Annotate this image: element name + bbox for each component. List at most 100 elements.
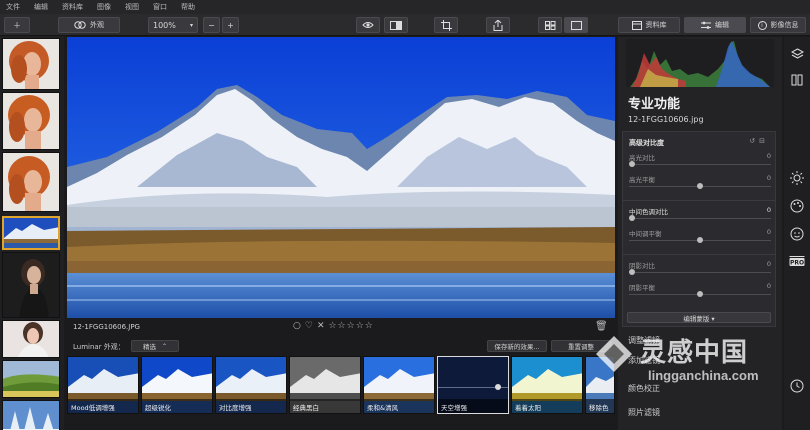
edit-tab[interactable]: 编辑 bbox=[684, 17, 746, 33]
thumbnail-portrait-2[interactable] bbox=[2, 92, 60, 150]
panel-filename: 12-1FGG10606.jpg bbox=[628, 115, 704, 124]
slider-knob[interactable] bbox=[629, 269, 635, 275]
trash-icon[interactable]: 🗑 bbox=[595, 321, 608, 332]
layers-icon[interactable] bbox=[788, 45, 806, 63]
slider-highlights-balance[interactable]: 高光平衡 0 bbox=[629, 174, 771, 196]
info-tab[interactable]: i 影像信息 bbox=[750, 17, 806, 33]
preset-label: 着着太阳 bbox=[512, 399, 582, 413]
slider-label: 阴影平衡 bbox=[629, 284, 655, 292]
slider-value: 0 bbox=[766, 206, 771, 214]
label-color-icon[interactable]: ○ bbox=[293, 321, 301, 331]
chevron-down-icon: ▾ bbox=[189, 21, 193, 29]
thumbnail-woman-dark[interactable] bbox=[2, 252, 60, 318]
thumbnail-mountain-selected[interactable] bbox=[2, 216, 60, 250]
toolbar: ＋ 外观 100% ▾ − + 资料库 编辑 i 影像信息 bbox=[0, 14, 810, 36]
preset-sun[interactable]: 着着太阳 bbox=[511, 356, 583, 414]
edit-tab-label: 编辑 bbox=[715, 21, 729, 29]
save-look-button[interactable]: 保存新的效果... bbox=[487, 340, 547, 352]
redhead-portrait-image bbox=[3, 39, 59, 89]
menu-edit[interactable]: 编辑 bbox=[34, 2, 48, 12]
slider-knob[interactable] bbox=[629, 215, 635, 221]
slider-highlights-contrast[interactable]: 高光对比 0 bbox=[629, 152, 771, 174]
filmstrip bbox=[0, 36, 64, 430]
svg-text:PRO: PRO bbox=[790, 260, 804, 267]
slider-shadows-contrast[interactable]: 阴影对比 0 bbox=[629, 260, 771, 282]
library-tab[interactable]: 资料库 bbox=[618, 17, 680, 33]
edit-mask-button[interactable]: 编辑蒙版 ▾ bbox=[627, 312, 771, 323]
chevron-up-icon: ⌃ bbox=[161, 342, 168, 350]
menu-library[interactable]: 资料库 bbox=[62, 2, 83, 12]
portrait-face-icon[interactable] bbox=[788, 225, 806, 243]
share-button[interactable] bbox=[486, 17, 510, 33]
crop-icon bbox=[440, 19, 452, 31]
looks-button[interactable]: 外观 bbox=[58, 17, 120, 33]
adjust-filters-link[interactable]: 调整滤镜 bbox=[628, 335, 660, 346]
preset-contrast[interactable]: 对比度增强 bbox=[215, 356, 287, 414]
sun-icon[interactable] bbox=[788, 169, 806, 187]
thumbnail-green-landscape[interactable] bbox=[2, 360, 60, 398]
single-view-button[interactable] bbox=[564, 17, 588, 33]
menu-file[interactable]: 文件 bbox=[6, 2, 20, 12]
slider-knob[interactable] bbox=[629, 161, 635, 167]
menu-bar: 文件 编辑 资料库 图像 视图 窗口 帮助 bbox=[0, 0, 810, 14]
presets-filter-select[interactable]: 精选 ⌃ bbox=[131, 340, 179, 352]
palette-icon[interactable] bbox=[788, 197, 806, 215]
crop-button[interactable] bbox=[434, 17, 458, 33]
landscape-image bbox=[3, 361, 59, 397]
advanced-contrast-filter: 高级对比度 ↺⊟ 高光对比 0 高光平衡 0 中间色调对比 0 中间调平衡 0 bbox=[622, 131, 776, 327]
preset-sky-enhance-selected[interactable]: 天空增强 bbox=[437, 356, 509, 414]
eye-icon bbox=[362, 22, 374, 28]
history-icon[interactable] bbox=[788, 377, 806, 395]
thumbnail-portrait-3[interactable] bbox=[2, 152, 60, 212]
preset-mood[interactable]: Mood低调增强 bbox=[67, 356, 139, 414]
reset-icon[interactable]: ↺ bbox=[749, 137, 759, 145]
preview-button[interactable] bbox=[356, 17, 380, 33]
plus-icon: ＋ bbox=[13, 20, 21, 30]
slider-knob[interactable] bbox=[697, 183, 703, 189]
slider-shadows-balance[interactable]: 阴影平衡 0 bbox=[629, 282, 771, 304]
compare-button[interactable] bbox=[384, 17, 408, 33]
preset-remove-color[interactable]: 移除色 bbox=[585, 356, 615, 414]
heart-icon[interactable]: ♡ bbox=[305, 321, 313, 331]
slider-label: 高光平衡 bbox=[629, 176, 655, 184]
preset-bw[interactable]: 经典黑白 bbox=[289, 356, 361, 414]
woman-portrait-image bbox=[3, 321, 59, 357]
reset-adjustments-button[interactable]: 重置调整 bbox=[551, 340, 611, 352]
zoom-in-button[interactable]: + bbox=[222, 17, 239, 33]
image-viewer[interactable] bbox=[67, 37, 615, 318]
menu-view[interactable]: 视图 bbox=[125, 2, 139, 12]
looks-label: 外观 bbox=[90, 21, 104, 29]
thumbnail-snow-forest[interactable] bbox=[2, 400, 60, 430]
menu-help[interactable]: 帮助 bbox=[181, 2, 195, 12]
save-look-label: 保存新的效果... bbox=[494, 343, 540, 351]
more-icon[interactable]: ⊟ bbox=[759, 137, 769, 145]
color-correction-link[interactable]: 颜色校正 bbox=[628, 383, 660, 394]
slider-knob[interactable] bbox=[697, 291, 703, 297]
presets-filter-value: 精选 bbox=[142, 343, 156, 351]
preset-label: 超级锐化 bbox=[142, 399, 212, 413]
add-filter-link[interactable]: 添加滤镜 bbox=[628, 355, 660, 366]
zoom-select[interactable]: 100% ▾ bbox=[148, 17, 198, 33]
preset-label: 经典黑白 bbox=[290, 399, 360, 413]
thumbnail-woman-light[interactable] bbox=[2, 320, 60, 358]
slider-knob[interactable] bbox=[697, 237, 703, 243]
preset-soft[interactable]: 柔和&清风 bbox=[363, 356, 435, 414]
slider-midtones-balance[interactable]: 中间调平衡 0 bbox=[629, 228, 771, 250]
slider-label: 中间色调对比 bbox=[629, 208, 668, 216]
grid-view-button[interactable] bbox=[538, 17, 562, 33]
add-button[interactable]: ＋ bbox=[4, 17, 30, 33]
canvas-icon[interactable] bbox=[788, 71, 806, 89]
reject-icon[interactable]: ✕ bbox=[317, 321, 325, 331]
adjustments-panel: 专业功能 12-1FGG10606.jpg 高级对比度 ↺⊟ 高光对比 0 高光… bbox=[618, 37, 782, 430]
thumbnail-portrait-1[interactable] bbox=[2, 38, 60, 90]
star-rating[interactable]: ☆☆☆☆☆ bbox=[328, 321, 373, 331]
preset-sharpen[interactable]: 超级锐化 bbox=[141, 356, 213, 414]
photo-filter-link[interactable]: 照片滤镜 bbox=[628, 407, 660, 418]
slider-midtones-contrast[interactable]: 中间色调对比 0 bbox=[629, 206, 771, 228]
rating-controls: ○ ♡ ✕ ☆☆☆☆☆ bbox=[293, 321, 374, 331]
menu-image[interactable]: 图像 bbox=[97, 2, 111, 12]
menu-window[interactable]: 窗口 bbox=[153, 2, 167, 12]
zoom-out-button[interactable]: − bbox=[203, 17, 220, 33]
pro-icon[interactable]: PRO bbox=[788, 253, 806, 271]
slider-track bbox=[629, 164, 771, 165]
